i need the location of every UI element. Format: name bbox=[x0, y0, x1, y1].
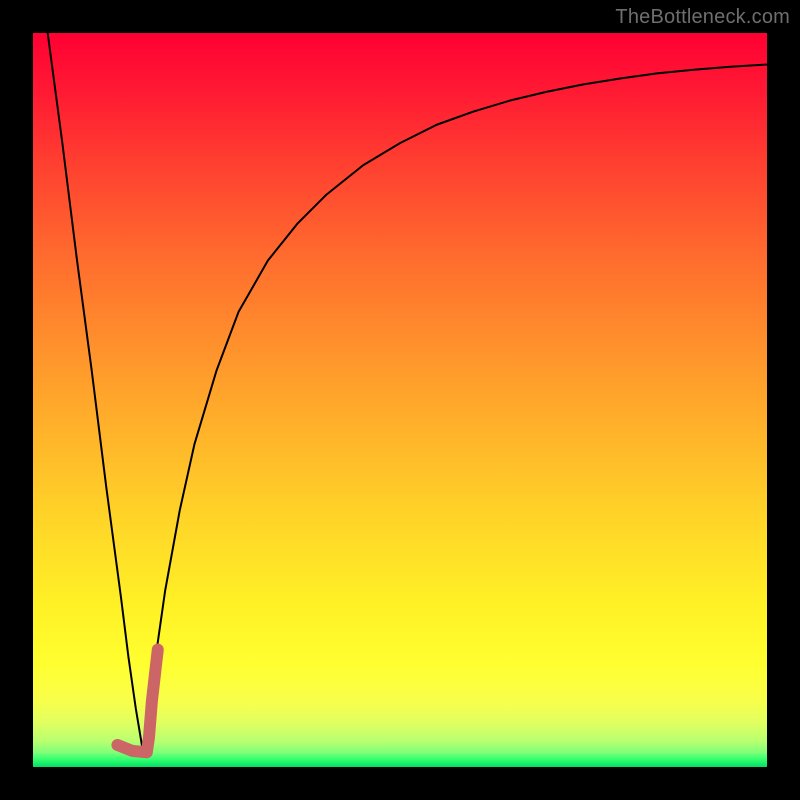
plot-area bbox=[33, 33, 767, 767]
chart-svg bbox=[33, 33, 767, 767]
watermark-text: TheBottleneck.com bbox=[615, 6, 790, 29]
series-highlight-segment bbox=[117, 650, 157, 753]
chart-frame: TheBottleneck.com bbox=[0, 0, 800, 800]
